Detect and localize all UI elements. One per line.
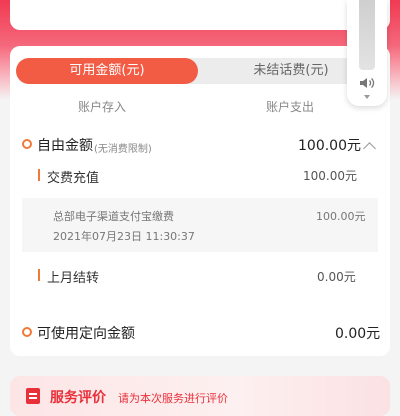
- last-month-value: 0.00元: [317, 270, 356, 284]
- balance-card: 可用金额(元) 未结话费(元) 账户存入 账户支出 自由金额 (无消费限制) 1…: [10, 46, 390, 356]
- recharge-channel: 总部电子渠道支付宝缴费: [53, 210, 174, 223]
- volume-expand-icon[interactable]: [364, 95, 370, 99]
- directed-amount-dot-icon: [22, 327, 32, 337]
- service-eval-title: 服务评价: [50, 390, 106, 406]
- recharge-bar-icon: [38, 169, 40, 181]
- recharge-detail-amount: 100.00元: [316, 210, 366, 223]
- last-month-label: 上月结转: [47, 271, 100, 286]
- tab-available-amount[interactable]: 可用金额(元): [16, 58, 198, 84]
- free-amount-value: 100.00元: [298, 138, 361, 154]
- service-evaluation-card[interactable]: 服务评价 请为本次服务进行评价: [10, 376, 390, 416]
- speaker-icon[interactable]: [359, 76, 375, 90]
- recharge-detail-item: 总部电子渠道支付宝缴费 2021年07月23日 11:30:37 100.00元: [22, 198, 378, 252]
- top-card: [10, 0, 390, 30]
- free-amount-dot-icon: [22, 139, 32, 149]
- evaluation-icon: [26, 388, 40, 404]
- free-amount-note: (无消费限制): [94, 144, 152, 155]
- directed-amount-label: 可使用定向金额: [37, 326, 135, 342]
- column-expense-header: 账户支出: [266, 100, 315, 114]
- recharge-label: 交费充值: [47, 171, 100, 186]
- directed-amount-value: 0.00元: [335, 326, 381, 342]
- service-eval-subtitle: 请为本次服务进行评价: [118, 392, 228, 405]
- last-month-bar-icon: [38, 269, 40, 281]
- recharge-datetime: 2021年07月23日 11:30:37: [53, 230, 195, 243]
- tab-bar: 可用金额(元) 未结话费(元): [16, 58, 384, 84]
- volume-panel: [347, 0, 387, 106]
- column-deposit-header: 账户存入: [78, 100, 127, 114]
- volume-slider[interactable]: [359, 0, 375, 70]
- recharge-value: 100.00元: [303, 169, 357, 183]
- free-amount-label: 自由金额: [37, 138, 93, 154]
- collapse-chevron-icon[interactable]: [363, 142, 376, 155]
